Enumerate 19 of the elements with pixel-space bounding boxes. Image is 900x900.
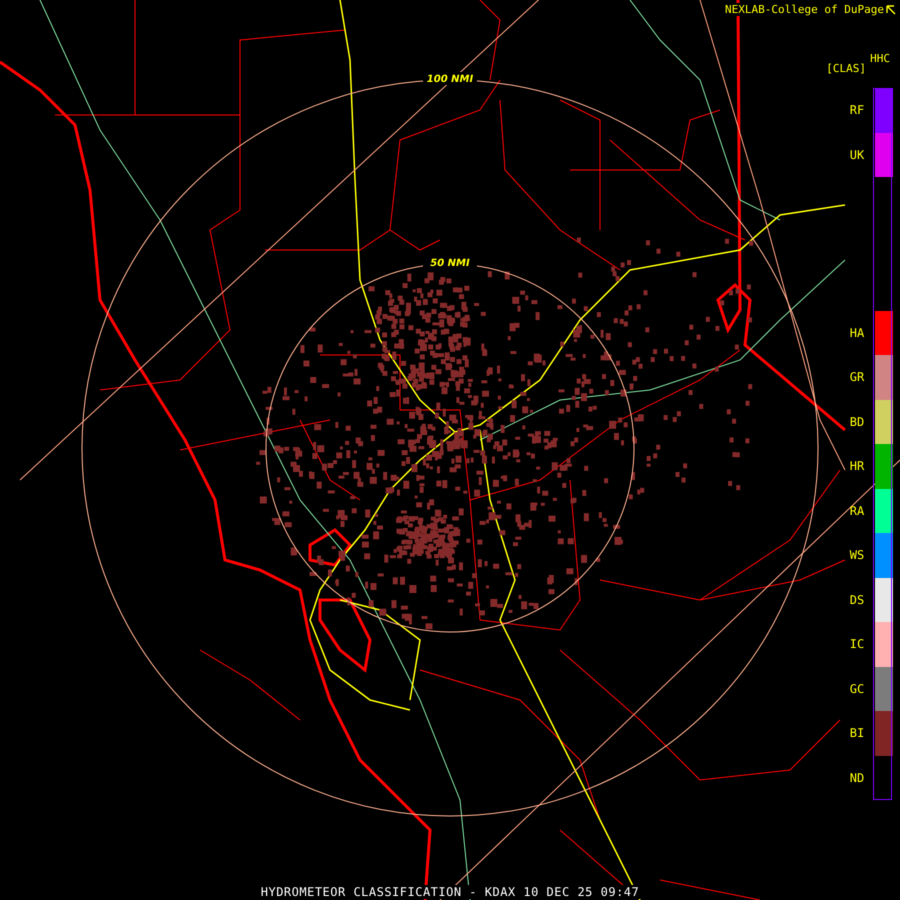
product-type: [CLAS] [826,62,866,75]
legend-label: WS [848,548,866,562]
range-ring-label: 50 NMI [430,258,470,269]
legend-label: BD [848,414,866,429]
legend-label: RF [848,103,866,118]
legend-label: ND [848,770,866,785]
legend-label: IC [848,637,866,652]
cursor-arrow-icon [886,4,896,14]
legend-label: DS [848,592,866,607]
product-code: HHC [870,52,890,65]
legend-label: RA [848,504,866,518]
legend-label: BI [848,726,866,740]
legend-label: GR [848,370,866,384]
credit-text: NEXLAB-College of DuPage [725,3,884,16]
legend-label: HR [848,459,866,474]
range-ring-label: 100 NMI [426,74,474,85]
legend-label: UK [848,148,866,162]
legend-label: HA [848,326,866,340]
legend-label: GC [848,682,866,696]
